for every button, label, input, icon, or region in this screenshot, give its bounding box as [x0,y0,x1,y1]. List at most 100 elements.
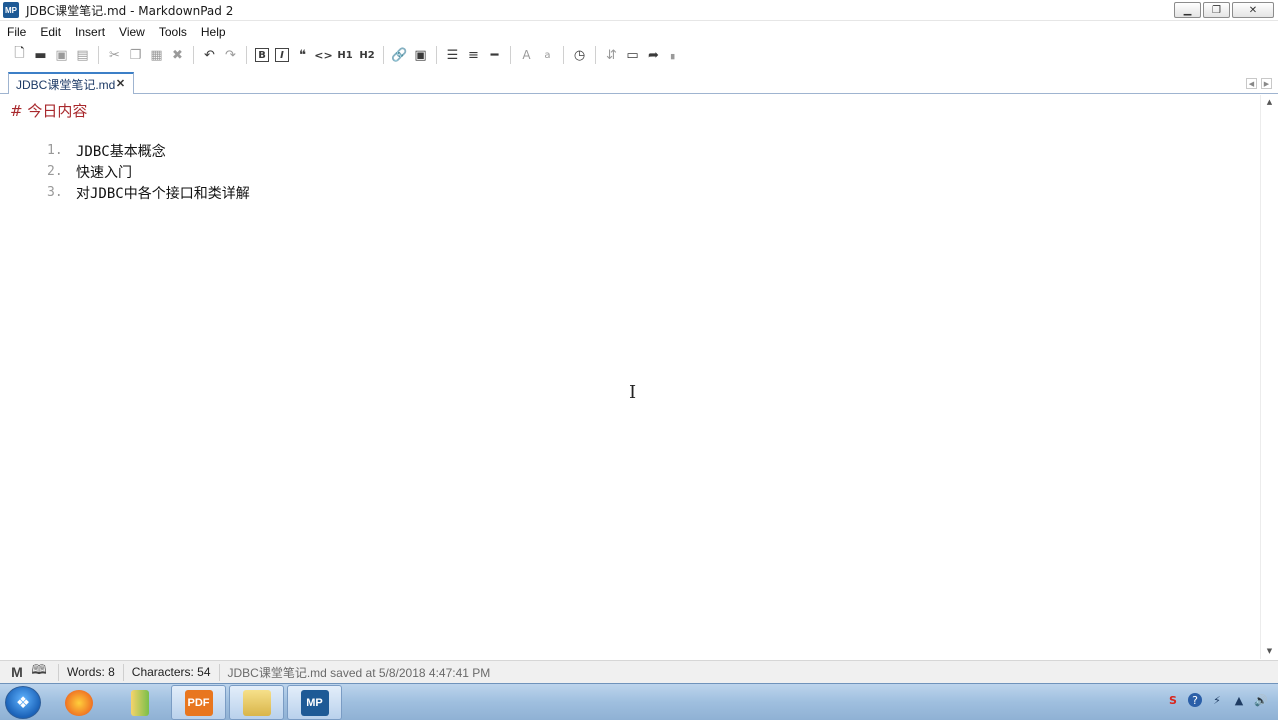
copy-icon[interactable]: ❐ [126,45,145,65]
menu-file[interactable]: File [0,25,33,39]
status-separator [218,663,220,681]
status-separator [58,663,59,681]
toolbar-separator [98,46,99,64]
taskbar-paint[interactable] [112,685,167,720]
system-tray: S ? ⚡ ▲ 🔊 [1166,693,1268,707]
window-controls: ▁ ❐ ✕ [1174,2,1274,18]
status-bar: M 🕮 Words: 8 Characters: 54 JDBC课堂笔记.md … [0,660,1278,683]
close-button[interactable]: ✕ [1232,2,1274,18]
save-status: JDBC课堂笔记.md saved at 5/8/2018 4:47:41 PM [227,665,491,680]
close-icon: ✕ [1248,4,1258,16]
tab-scroll-right-icon[interactable]: ▶ [1261,78,1272,89]
list-item: 1. JDBC基本概念 [47,140,250,161]
input-method-icon[interactable]: S [1166,693,1180,707]
title-bar: MP JDBC课堂笔记.md - MarkdownPad 2 ▁ ❐ ✕ [0,0,1278,21]
preview-icon[interactable]: ▭ [623,45,642,65]
font-size-increase-icon[interactable]: A [517,45,536,65]
toggle-sync-scroll-icon[interactable]: ⇵ [602,45,621,65]
tab-strip: JDBC课堂笔记.md ✕ ◀ ▶ [0,68,1278,94]
undo-icon[interactable]: ↶ [200,45,219,65]
taskbar-pdf[interactable]: PDF [171,685,226,720]
save-all-icon[interactable]: ▤ [73,45,92,65]
menu-edit[interactable]: Edit [33,25,68,39]
scroll-down-icon[interactable]: ▼ [1265,647,1274,655]
markdown-editor[interactable]: # 今日内容 1. JDBC基本概念 2. 快速入门 3. 对JDBC中各个接口… [6,95,1260,659]
word-count: Words: 8 [67,665,115,679]
menu-bar: File Edit Insert View Tools Help [0,21,1278,42]
start-button[interactable]: ❖ [5,686,41,719]
list-item-text: 快速入门 [76,164,132,181]
pdf-app-icon: PDF [184,689,213,716]
menu-insert[interactable]: Insert [68,25,112,39]
quote-icon[interactable]: ❝ [293,45,312,65]
list-item-text: JDBC基本概念 [76,143,166,160]
redo-icon[interactable]: ↷ [221,45,240,65]
taskbar-app-launcher[interactable] [51,685,106,720]
taskbar-explorer[interactable] [229,685,284,720]
maximize-icon: ❐ [1212,4,1221,16]
vertical-scrollbar[interactable]: ▲ ▼ [1260,95,1278,659]
numbered-list-icon[interactable]: ≡ [464,45,483,65]
volume-icon[interactable]: 🔊 [1254,693,1268,707]
italic-icon[interactable]: I [275,48,289,62]
list-number: 2. [47,164,63,179]
paste-icon[interactable]: ▦ [147,45,166,65]
minimize-icon: ▁ [1183,4,1192,16]
toolbar-separator [436,46,437,64]
font-size-decrease-icon[interactable]: a [538,45,557,65]
heading-line: # 今日内容 [10,102,88,120]
paint-brushes-icon [130,689,149,716]
export-icon[interactable]: ➦ [644,45,663,65]
heading1-button[interactable]: H1 [335,45,355,65]
toolbar-separator [595,46,596,64]
toolbar: 🗋 ▬ ▣ ▤ ✂ ❐ ▦ ✖ ↶ ↷ B I ❝ <> H1 H2 🔗 ▣ ☰… [0,42,1278,68]
toolbar-separator [193,46,194,64]
toolbar-overflow-grip-icon[interactable]: ▖ [665,45,684,65]
new-document-icon[interactable]: 🗋 [10,45,29,65]
colorful-app-icon [64,689,93,716]
open-folder-icon[interactable]: ▬ [31,45,50,65]
tab-jdbc-notes[interactable]: JDBC课堂笔记.md ✕ [8,72,134,94]
list-item: 2. 快速入门 [47,161,250,182]
timestamp-icon[interactable]: ◷ [570,45,589,65]
delete-icon[interactable]: ✖ [168,45,187,65]
markdown-mode-icon[interactable]: M [6,664,28,680]
horizontal-rule-icon[interactable]: ━ [485,45,504,65]
menu-help[interactable]: Help [194,25,233,39]
heading2-button[interactable]: H2 [357,45,377,65]
link-icon[interactable]: 🔗 [390,45,409,65]
tab-scroll-left-icon[interactable]: ◀ [1246,78,1257,89]
bold-icon[interactable]: B [255,48,269,62]
help-icon[interactable]: ? [1188,693,1202,707]
toolbar-separator [510,46,511,64]
preview-book-icon[interactable]: 🕮 [28,661,50,683]
window-title: JDBC课堂笔记.md - MarkdownPad 2 [26,3,234,18]
maximize-button[interactable]: ❐ [1203,2,1230,18]
menu-view[interactable]: View [112,25,152,39]
network-icon[interactable]: ⚡ [1210,693,1224,707]
menu-tools[interactable]: Tools [152,25,194,39]
tab-close-icon[interactable]: ✕ [114,77,127,90]
save-icon[interactable]: ▣ [52,45,71,65]
list-number: 3. [47,185,63,200]
markdownpad-app-icon[interactable]: MP [3,2,19,18]
ordered-list: 1. JDBC基本概念 2. 快速入门 3. 对JDBC中各个接口和类详解 [47,140,250,203]
list-item-text: 对JDBC中各个接口和类详解 [76,185,250,202]
minimize-button[interactable]: ▁ [1174,2,1201,18]
cut-icon[interactable]: ✂ [105,45,124,65]
status-separator [122,663,124,681]
code-icon[interactable]: <> [314,45,333,65]
text-cursor-icon: I [629,382,637,403]
bullet-list-icon[interactable]: ☰ [443,45,462,65]
scroll-up-icon[interactable]: ▲ [1265,98,1274,106]
toolbar-separator [246,46,247,64]
markdownpad-taskbar-icon: MP [300,689,329,716]
taskbar: ❖ PDF MP S ? ⚡ ▲ 🔊 [0,683,1278,720]
image-icon[interactable]: ▣ [411,45,430,65]
list-item: 3. 对JDBC中各个接口和类详解 [47,182,250,203]
show-hidden-icons-icon[interactable]: ▲ [1232,693,1246,707]
taskbar-markdownpad[interactable]: MP [287,685,342,720]
tab-label: JDBC课堂笔记.md [16,77,116,92]
character-count: Characters: 54 [131,665,211,679]
list-number: 1. [47,143,63,158]
